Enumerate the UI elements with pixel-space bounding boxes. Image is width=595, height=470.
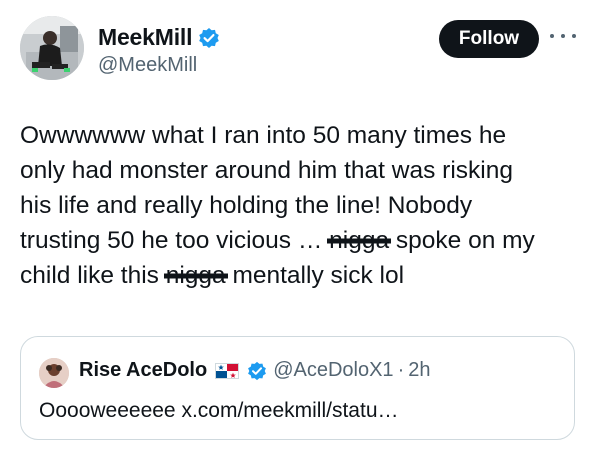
separator-dot: · xyxy=(397,359,405,381)
verified-badge-icon xyxy=(248,361,267,380)
panama-flag-icon xyxy=(215,362,240,379)
quoted-tweet-text: Ooooweeeeee x.com/meekmill/statu… xyxy=(39,399,399,422)
quoted-author-handle[interactable]: @AceDoloX1 xyxy=(273,359,393,382)
tweet-line: trusting 50 he too vicious … nigga spoke… xyxy=(20,223,580,258)
more-options-icon[interactable] xyxy=(550,24,576,48)
tweet-line: child like this nigga mentally sick lol xyxy=(20,258,580,293)
author-handle[interactable]: @MeekMill xyxy=(98,54,197,77)
ellipsis-dot xyxy=(550,34,554,38)
tweet-text: Owwwwww what I ran into 50 many times he… xyxy=(20,118,580,293)
verified-badge-icon xyxy=(199,27,220,48)
author-avatar[interactable] xyxy=(20,16,84,80)
author-name-row: MeekMill xyxy=(98,24,220,51)
tweet-text-segment: child like this xyxy=(20,262,166,289)
quoted-tweet-timestamp[interactable]: 2h xyxy=(408,359,430,382)
tweet-text-segment: spoke on my xyxy=(389,227,535,254)
quoted-author-avatar[interactable] xyxy=(39,358,69,388)
ellipsis-dot xyxy=(572,34,576,38)
quoted-author-name[interactable]: Rise AceDolo xyxy=(79,359,207,382)
tweet-text-segment: mentally sick lol xyxy=(225,262,405,289)
quoted-tweet-header: Rise AceDolo @AceDoloX1 · 2h xyxy=(79,359,430,382)
profile-photo xyxy=(39,358,69,388)
ellipsis-dot xyxy=(561,34,565,38)
tweet-line: Owwwwww what I ran into 50 many times he xyxy=(20,122,507,149)
follow-button[interactable]: Follow xyxy=(439,20,539,58)
author-display-name[interactable]: MeekMill xyxy=(98,24,192,51)
tweet-line: only had monster around him that was ris… xyxy=(20,157,513,184)
censored-word: nigga xyxy=(166,258,226,293)
profile-photo xyxy=(20,16,84,80)
censored-word: nigga xyxy=(329,223,389,258)
tweet-line: his life and really holding the line! No… xyxy=(20,192,473,219)
quoted-tweet-card[interactable]: Rise AceDolo @AceDoloX1 · 2h Ooooweeeeee… xyxy=(20,336,575,440)
tweet-text-segment: trusting 50 he too vicious … xyxy=(20,227,330,254)
